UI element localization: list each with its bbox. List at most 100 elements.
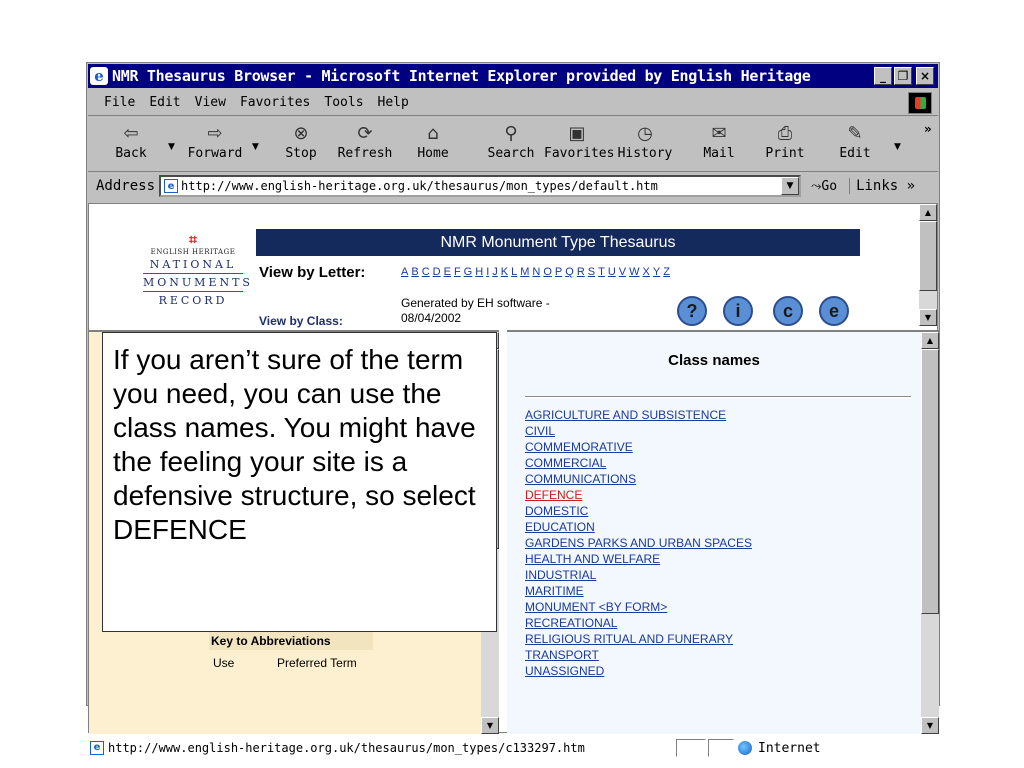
letter-link-z[interactable]: Z <box>663 266 670 278</box>
back-dropdown-icon[interactable]: ▼ <box>168 142 175 152</box>
scroll-up-icon[interactable]: ▲ <box>921 332 939 349</box>
key-heading: Key to Abbreviations <box>209 632 373 650</box>
class-link[interactable]: RELIGIOUS RITUAL AND FUNERARY <box>525 631 752 647</box>
letter-link-b[interactable]: B <box>411 266 418 278</box>
menu-tools[interactable]: Tools <box>324 95 363 110</box>
links-button[interactable]: Links » <box>849 178 915 194</box>
letter-link-o[interactable]: O <box>543 266 552 278</box>
letter-link-v[interactable]: V <box>619 266 626 278</box>
letter-link-a[interactable]: A <box>401 266 408 278</box>
history-button[interactable]: ◷ History <box>614 122 676 168</box>
class-link[interactable]: CIVIL <box>525 423 752 439</box>
letter-link-j[interactable]: J <box>492 266 498 278</box>
letter-link-y[interactable]: Y <box>653 266 660 278</box>
class-link[interactable]: TRANSPORT <box>525 647 752 663</box>
scroll-thumb[interactable] <box>919 221 937 291</box>
go-label: Go <box>821 178 838 194</box>
scroll-down-icon[interactable]: ▼ <box>919 309 937 326</box>
favorites-button[interactable]: ▣ Favorites <box>544 122 615 168</box>
menu-file[interactable]: File <box>104 95 135 110</box>
scroll-down-icon[interactable]: ▼ <box>921 717 939 734</box>
letter-link-r[interactable]: R <box>577 266 585 278</box>
letter-link-k[interactable]: K <box>501 266 508 278</box>
copyright-icon[interactable]: c <box>773 296 803 326</box>
menu-edit[interactable]: Edit <box>149 95 180 110</box>
page-icon: e <box>164 179 179 193</box>
edit-button[interactable]: ✎ Edit <box>824 122 886 168</box>
favorites-label: Favorites <box>544 146 615 161</box>
thesaurus-banner: NMR Monument Type Thesaurus <box>256 229 860 256</box>
class-link[interactable]: COMMEMORATIVE <box>525 439 752 455</box>
menu-favorites[interactable]: Favorites <box>240 95 310 110</box>
address-input[interactable]: e http://www.english-heritage.org.uk/the… <box>159 175 802 197</box>
letter-link-e[interactable]: E <box>444 266 451 278</box>
letter-link-u[interactable]: U <box>608 266 616 278</box>
header-scrollbar[interactable]: ▲ ▼ <box>919 204 937 326</box>
letter-link-m[interactable]: M <box>520 266 529 278</box>
letter-link-s[interactable]: S <box>588 266 595 278</box>
scroll-down-icon[interactable]: ▼ <box>481 717 499 734</box>
edit-dropdown-icon[interactable]: ▼ <box>894 142 901 152</box>
search-button[interactable]: ⚲ Search <box>480 122 542 168</box>
forward-button[interactable]: ⇨ Forward <box>184 122 246 168</box>
generated-note: Generated by EH software - 08/04/2002 <box>401 296 550 325</box>
title-bar[interactable]: e NMR Thesaurus Browser - Microsoft Inte… <box>88 64 938 88</box>
letter-link-d[interactable]: D <box>433 266 441 278</box>
class-link[interactable]: AGRICULTURE AND SUBSISTENCE <box>525 407 752 423</box>
letter-link-g[interactable]: G <box>464 266 473 278</box>
class-link[interactable]: COMMUNICATIONS <box>525 471 752 487</box>
history-label: History <box>617 146 673 161</box>
stop-button[interactable]: ⊗ Stop <box>270 122 332 168</box>
print-button[interactable]: ⎙ Print <box>754 122 816 168</box>
letter-link-i[interactable]: I <box>486 266 489 278</box>
class-link[interactable]: COMMERCIAL <box>525 455 752 471</box>
class-link[interactable]: INDUSTRIAL <box>525 567 752 583</box>
class-link[interactable]: HEALTH AND WELFARE <box>525 551 752 567</box>
menu-help[interactable]: Help <box>378 95 409 110</box>
view-by-class-label: View by Class: <box>259 314 343 328</box>
class-scrollbar[interactable]: ▲ ▼ <box>921 332 939 734</box>
class-link[interactable]: MONUMENT <BY FORM> <box>525 599 752 615</box>
class-names-heading: Class names <box>668 352 760 369</box>
home-button[interactable]: ⌂ Home <box>402 122 464 168</box>
print-icon: ⎙ <box>777 123 793 144</box>
forward-arrow-icon: ⇨ <box>207 123 223 144</box>
letter-link-x[interactable]: X <box>643 266 650 278</box>
letter-link-h[interactable]: H <box>475 266 483 278</box>
minimize-button[interactable]: _ <box>874 67 892 85</box>
info-icon[interactable]: i <box>723 296 753 326</box>
home-icon: ⌂ <box>427 123 439 144</box>
mail-button[interactable]: ✉ Mail <box>688 122 750 168</box>
toolbar-overflow[interactable]: » <box>924 122 932 136</box>
letter-link-l[interactable]: L <box>511 266 517 278</box>
class-link[interactable]: MARITIME <box>525 583 752 599</box>
letter-link-w[interactable]: W <box>629 266 639 278</box>
zone-label: Internet <box>758 740 821 756</box>
letter-link-n[interactable]: N <box>532 266 540 278</box>
letter-link-q[interactable]: Q <box>565 266 574 278</box>
letter-link-p[interactable]: P <box>555 266 562 278</box>
edit-icon: ✎ <box>847 123 863 144</box>
back-button[interactable]: ⇦ Back <box>100 122 162 168</box>
scroll-thumb[interactable] <box>921 349 939 614</box>
class-link[interactable]: GARDENS PARKS AND URBAN SPACES <box>525 535 752 551</box>
class-link[interactable]: UNASSIGNED <box>525 663 752 679</box>
letter-link-f[interactable]: F <box>454 266 461 278</box>
letter-link-t[interactable]: T <box>598 266 605 278</box>
class-link[interactable]: DEFENCE <box>525 487 752 503</box>
letter-link-c[interactable]: C <box>422 266 430 278</box>
maximize-button[interactable]: ❐ <box>894 67 912 85</box>
class-link[interactable]: RECREATIONAL <box>525 615 752 631</box>
close-button[interactable]: × <box>916 67 934 85</box>
go-icon: ⤳ <box>811 178 822 194</box>
scroll-up-icon[interactable]: ▲ <box>919 204 937 221</box>
forward-dropdown-icon[interactable]: ▼ <box>252 142 259 152</box>
class-link[interactable]: EDUCATION <box>525 519 752 535</box>
menu-view[interactable]: View <box>195 95 226 110</box>
go-button[interactable]: ⤳Go <box>811 179 837 194</box>
email-icon[interactable]: e <box>819 296 849 326</box>
refresh-button[interactable]: ⟳ Refresh <box>334 122 396 168</box>
class-link[interactable]: DOMESTIC <box>525 503 752 519</box>
address-dropdown-icon[interactable]: ▼ <box>781 177 800 195</box>
help-icon[interactable]: ? <box>677 296 707 326</box>
